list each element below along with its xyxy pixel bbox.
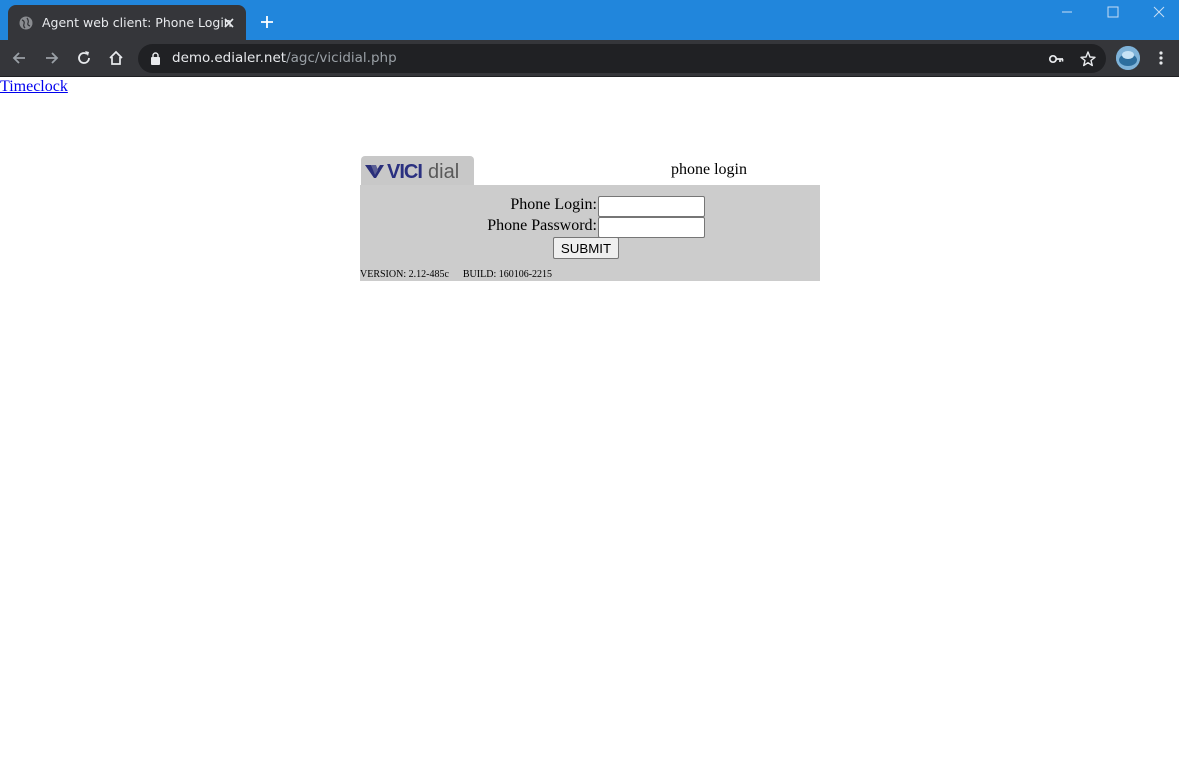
- build-text: BUILD: 160106-2215: [462, 269, 553, 280]
- reload-icon[interactable]: [75, 49, 93, 67]
- back-icon[interactable]: [10, 49, 28, 67]
- version-text: VERSION: 2.12-485c: [360, 269, 449, 280]
- home-icon[interactable]: [107, 49, 125, 67]
- phone-password-input[interactable]: [598, 217, 705, 238]
- globe-icon: [19, 16, 33, 30]
- forward-icon[interactable]: [43, 49, 61, 67]
- phone-password-label: Phone Password:: [487, 217, 597, 234]
- address-bar[interactable]: demo.edialer.net/agc/vicidial.php: [138, 44, 1106, 73]
- tab-title: Agent web client: Phone Login: [42, 15, 232, 30]
- page-title: phone login: [671, 161, 747, 178]
- page-content: Timeclock VICI dial phone login Phone Lo…: [0, 78, 1179, 767]
- profile-avatar-image: [1116, 46, 1140, 70]
- lock-icon: [151, 52, 160, 65]
- maximize-icon[interactable]: [1106, 5, 1120, 19]
- logo-text-dial: dial: [428, 161, 459, 183]
- vicidial-logo-image: VICI dial: [365, 161, 459, 183]
- profile-avatar[interactable]: [1116, 46, 1140, 70]
- close-icon[interactable]: [222, 16, 236, 30]
- url-host: demo.edialer.net: [172, 50, 287, 66]
- key-icon[interactable]: [1047, 50, 1065, 68]
- menu-icon[interactable]: [1152, 49, 1170, 67]
- url-path: /agc/vicidial.php: [286, 50, 397, 66]
- version-info: VERSION: 2.12-485c BUILD: 160106-2215: [360, 269, 552, 280]
- phone-login-label: Phone Login:: [510, 196, 597, 213]
- vicidial-logo: VICI dial: [361, 156, 474, 186]
- submit-button[interactable]: SUBMIT: [553, 237, 619, 259]
- logo-text-vici: VICI: [387, 161, 422, 183]
- star-icon[interactable]: [1079, 50, 1097, 68]
- plus-icon[interactable]: [259, 14, 275, 30]
- browser-toolbar: demo.edialer.net/agc/vicidial.php: [0, 40, 1179, 77]
- timeclock-link[interactable]: Timeclock: [0, 78, 68, 96]
- phone-login-input[interactable]: [598, 196, 705, 217]
- browser-tab-active[interactable]: Agent web client: Phone Login: [8, 5, 246, 40]
- browser-tabstrip: Agent web client: Phone Login: [0, 0, 1179, 40]
- minimize-icon[interactable]: [1060, 5, 1074, 19]
- login-form: Phone Login: Phone Password: SUBMIT VERS…: [360, 185, 820, 281]
- window-close-icon[interactable]: [1152, 5, 1166, 19]
- url-text: demo.edialer.net/agc/vicidial.php: [172, 50, 397, 66]
